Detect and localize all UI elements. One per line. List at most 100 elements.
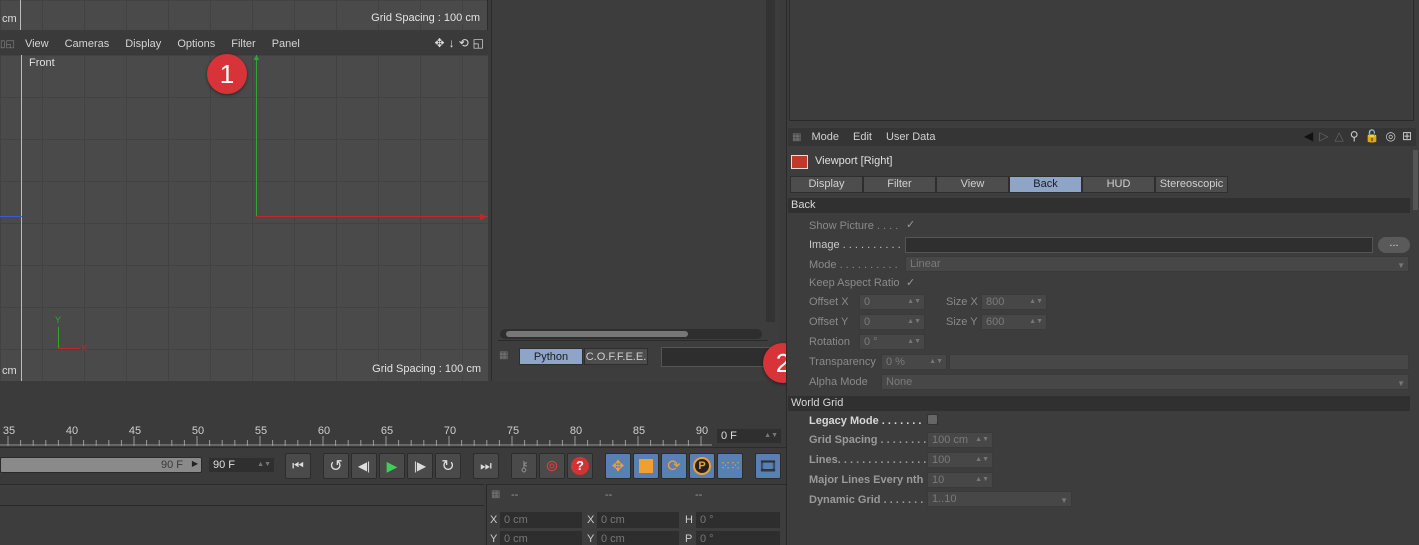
maximize-view-icon[interactable]: ◱ [473, 36, 484, 50]
timeline-tick-label: 50 [191, 425, 205, 437]
size-y-field[interactable]: 600 ▲▼ [981, 314, 1047, 330]
rotation-h-field[interactable]: 0 ° [696, 512, 780, 528]
image-path-field[interactable] [905, 237, 1373, 253]
coord-axis-label: H [685, 514, 693, 526]
new-panel-icon[interactable]: ⊞ [1402, 129, 1412, 143]
scroll-thumb[interactable] [506, 331, 688, 337]
transparency-slider[interactable] [949, 354, 1409, 370]
go-to-start-button[interactable]: ⏮ [285, 453, 311, 479]
end-frame-field[interactable]: 90 F ▲▼ [208, 457, 275, 473]
tab-hud[interactable]: HUD [1082, 176, 1155, 193]
tab-back[interactable]: Back [1009, 176, 1082, 193]
middle-panel: ▦ Python C.O.F.F.E.E. [491, 0, 779, 381]
mode-dropdown[interactable]: Linear ▼ [905, 256, 1409, 272]
menu-options[interactable]: Options [177, 38, 215, 50]
parameter-key-button[interactable]: P [689, 453, 715, 479]
grip-icon: ▦ [491, 489, 501, 500]
console-tab-coffee[interactable]: C.O.F.F.E.E. [584, 348, 648, 365]
next-frame-button[interactable]: |▶ [407, 453, 433, 479]
transparency-field[interactable]: 0 % ▲▼ [881, 354, 947, 370]
alpha-mode-dropdown[interactable]: None ▼ [881, 374, 1409, 390]
position-key-button[interactable]: ✥ [605, 453, 631, 479]
autokey-button[interactable]: ⊚ [539, 453, 565, 479]
section-world-grid[interactable]: World Grid [788, 396, 1410, 411]
scroll-track-horizontal[interactable] [500, 329, 762, 339]
tab-view[interactable]: View [936, 176, 1009, 193]
tab-display[interactable]: Display [790, 176, 863, 193]
go-to-end-button[interactable]: ⏭ [473, 453, 499, 479]
previous-frame-icon: ◀| [357, 459, 371, 473]
offset-y-field[interactable]: 0 ▲▼ [859, 314, 925, 330]
rotation-field[interactable]: 0 ° ▲▼ [859, 334, 925, 350]
menu-display[interactable]: Display [125, 38, 161, 50]
record-keys-button[interactable]: ⚷ [511, 453, 537, 479]
front-viewport[interactable]: Front ▲ ▶ Y X cm Grid Spacing : 100 cm [0, 55, 488, 381]
size-y-field[interactable]: 0 cm [597, 531, 679, 545]
current-frame-field[interactable]: 0 F ▲▼ [716, 428, 782, 444]
section-back[interactable]: Back [788, 198, 1410, 213]
major-lines-field[interactable]: 10 ▲▼ [927, 472, 993, 488]
menu-view[interactable]: View [25, 38, 49, 50]
viewport-toggle-icon[interactable]: ▯◱ [0, 39, 15, 50]
rotate-view-icon[interactable]: ⟲ [459, 36, 469, 50]
keep-aspect-checkbox[interactable]: ✓ [906, 276, 915, 289]
scale-key-button[interactable] [633, 453, 659, 479]
image-browse-button[interactable]: ... [1378, 237, 1410, 253]
position-y-field[interactable]: 0 cm [500, 531, 582, 545]
zoom-view-icon[interactable]: ↓ [449, 36, 455, 50]
size-x-field[interactable]: 0 cm [597, 512, 679, 528]
grip-icon: ▦ [499, 350, 509, 361]
play-button[interactable]: ▶ [379, 453, 405, 479]
back-arrow-icon[interactable]: ◀ [1304, 129, 1313, 143]
timeline-ticks [0, 436, 712, 446]
previous-frame-button[interactable]: ◀| [351, 453, 377, 479]
tab-filter[interactable]: Filter [863, 176, 936, 193]
keyframe-selection-button[interactable]: ? [567, 453, 593, 479]
object-manager[interactable] [786, 0, 1419, 124]
attribute-scrollbar[interactable] [1413, 150, 1418, 210]
slider-arrow-icon[interactable]: ▶ [192, 459, 198, 468]
forward-arrow-icon[interactable]: ▷ [1319, 129, 1328, 143]
previous-key-button[interactable]: ↺ [323, 453, 349, 479]
point-level-key-button[interactable]: ⁙⁙ [717, 453, 743, 479]
up-arrow-icon[interactable]: △ [1334, 129, 1343, 143]
attr-menu-mode[interactable]: Mode [811, 131, 839, 143]
slider-end-label: 90 F [160, 459, 183, 471]
scale-icon [639, 459, 653, 473]
rotation-p-field[interactable]: 0 ° [696, 531, 780, 545]
console-tab-python[interactable]: Python [519, 348, 583, 365]
menu-cameras[interactable]: Cameras [65, 38, 110, 50]
attr-menu-edit[interactable]: Edit [853, 131, 872, 143]
grid-spacing-field[interactable]: 100 cm ▲▼ [927, 432, 993, 448]
scroll-track-vertical[interactable] [766, 0, 775, 322]
size-x-field[interactable]: 800 ▲▼ [981, 294, 1047, 310]
move-view-icon[interactable]: ✥ [435, 36, 445, 50]
autokey-icon: ⊚ [545, 458, 559, 475]
transparency-label: Transparency [809, 356, 876, 368]
console-input[interactable] [661, 347, 771, 367]
show-picture-checkbox[interactable]: ✓ [906, 218, 915, 231]
position-x-field[interactable]: 0 cm [500, 512, 582, 528]
timeline-ruler[interactable]: 35 40 45 50 55 60 65 70 75 80 85 90 [0, 424, 712, 446]
lock-icon[interactable]: 🔓 [1365, 129, 1380, 143]
y-axis-line [256, 55, 257, 217]
legacy-mode-checkbox[interactable] [927, 414, 938, 425]
timeline-tick-label: 45 [128, 425, 142, 437]
previous-key-icon: ↺ [329, 458, 343, 475]
timeline-range-slider[interactable]: 90 F ▶ [0, 457, 202, 473]
offset-x-field[interactable]: 0 ▲▼ [859, 294, 925, 310]
coord-axis-label: X [587, 514, 595, 526]
menu-filter[interactable]: Filter [231, 38, 255, 50]
attr-menu-user-data[interactable]: User Data [886, 131, 936, 143]
rotation-key-button[interactable]: ⟳ [661, 453, 687, 479]
search-icon[interactable]: ⚲ [1350, 129, 1359, 143]
scheme-settings-button[interactable]: 🎞 [755, 453, 781, 479]
dynamic-grid-dropdown[interactable]: 1..10 ▼ [927, 491, 1072, 507]
next-key-button[interactable]: ↻ [435, 453, 461, 479]
lines-field[interactable]: 100 ▲▼ [927, 452, 993, 468]
tab-stereoscopic[interactable]: Stereoscopic [1155, 176, 1228, 193]
target-icon[interactable]: ◎ [1385, 129, 1395, 143]
viewport-divider [0, 55, 22, 381]
top-viewport[interactable]: cm Grid Spacing : 100 cm [0, 0, 488, 30]
menu-panel[interactable]: Panel [272, 38, 300, 50]
